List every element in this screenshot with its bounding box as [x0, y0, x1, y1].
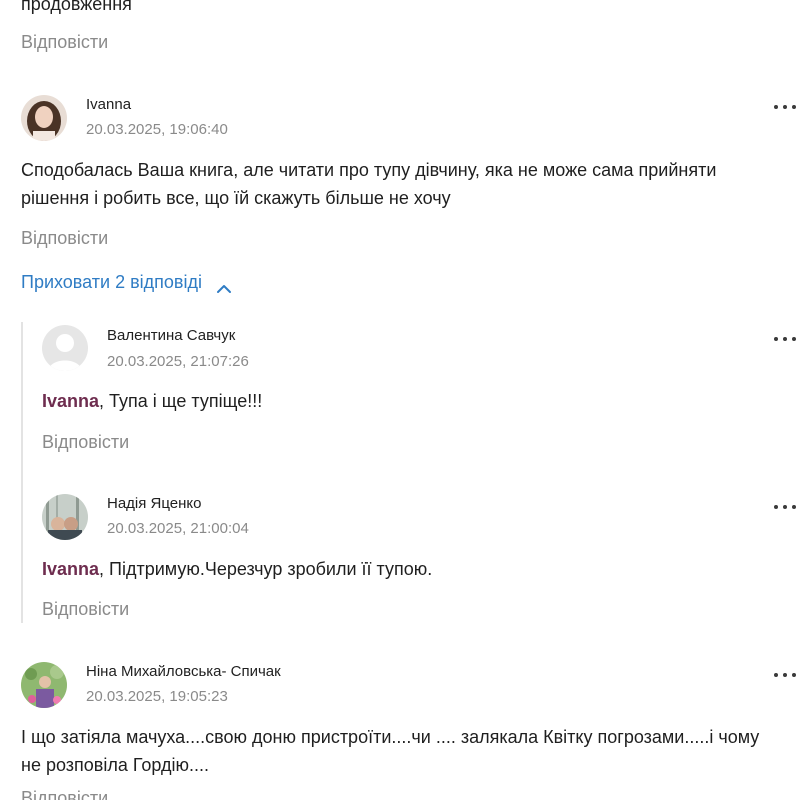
comment-author[interactable]: Ivanna [86, 96, 131, 113]
comments-page: продовження Відповісти Ivanna 20.03.2025… [0, 0, 800, 800]
reply-button[interactable]: Відповісти [21, 228, 108, 249]
reply-text: Ivanna, Підтримую.Черезчур зробили її ту… [42, 555, 432, 583]
reply-timestamp: 20.03.2025, 21:07:26 [107, 353, 249, 370]
comment-timestamp: 20.03.2025, 19:05:23 [86, 688, 228, 705]
more-options-icon[interactable] [774, 670, 796, 680]
mention-link[interactable]: Ivanna [42, 559, 99, 579]
reply-body: , Підтримую.Черезчур зробили її тупою. [99, 559, 433, 579]
previous-comment-text: продовження [21, 0, 132, 14]
user-placeholder-icon[interactable] [42, 325, 88, 371]
more-options-icon[interactable] [774, 502, 796, 512]
more-options-icon[interactable] [774, 102, 796, 112]
avatar[interactable] [21, 662, 67, 708]
hide-replies-toggle[interactable]: Приховати 2 відповіді [21, 272, 232, 293]
reply-button[interactable]: Відповісти [42, 432, 129, 453]
reply-text: Ivanna, Тупа і ще тупіще!!! [42, 387, 262, 415]
comment-timestamp: 20.03.2025, 19:06:40 [86, 121, 228, 138]
comment-author[interactable]: Ніна Михайловська- Спичак [86, 663, 281, 680]
avatar[interactable] [21, 95, 67, 141]
reply-button[interactable]: Відповісти [21, 788, 108, 800]
reply-button[interactable]: Відповісти [42, 599, 129, 620]
reply-timestamp: 20.03.2025, 21:00:04 [107, 520, 249, 537]
more-options-icon[interactable] [774, 334, 796, 344]
comment-text: І що затіяла мачуха....свою доню пристро… [21, 727, 760, 775]
reply-author[interactable]: Валентина Савчук [107, 327, 235, 344]
reply-button[interactable]: Відповісти [21, 32, 108, 53]
hide-replies-label: Приховати 2 відповіді [21, 272, 202, 292]
chevron-up-icon [216, 278, 232, 293]
mention-link[interactable]: Ivanna [42, 391, 99, 411]
reply-body: , Тупа і ще тупіще!!! [99, 391, 263, 411]
reply-author[interactable]: Надія Яценко [107, 495, 202, 512]
reply-thread-line [21, 322, 23, 623]
avatar[interactable] [42, 494, 88, 540]
comment-text: Сподобалась Ваша книга, але читати про т… [21, 160, 717, 208]
